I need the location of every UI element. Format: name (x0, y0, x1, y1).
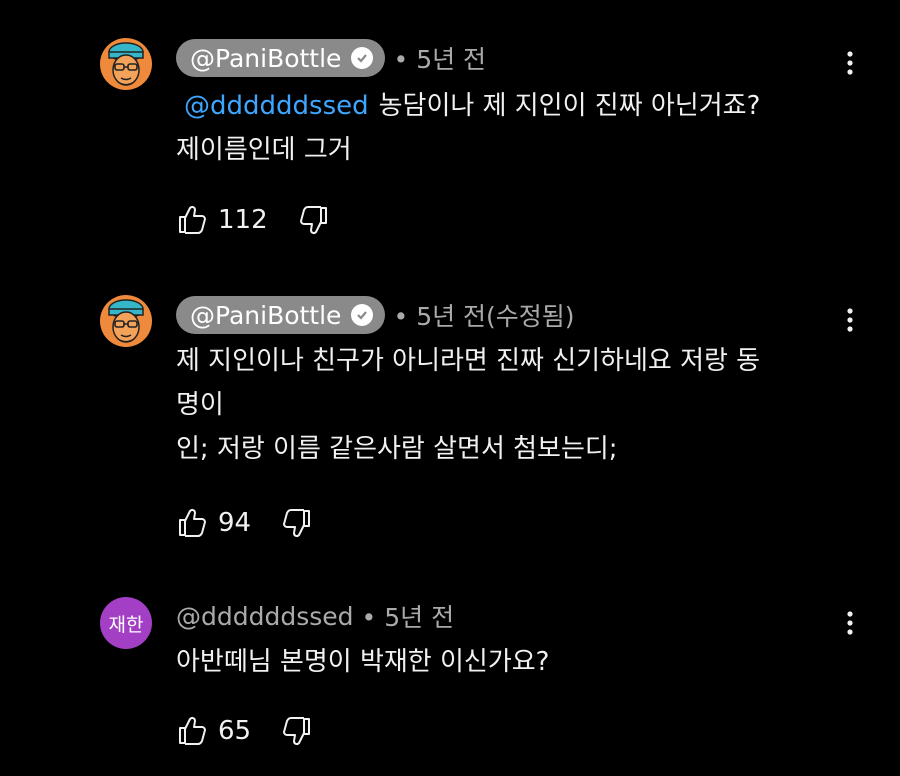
author-chip[interactable]: @PaniBottle (176, 39, 386, 77)
thumbs-down-icon[interactable] (281, 507, 313, 539)
more-vert-icon[interactable] (838, 303, 862, 337)
comment-actions: 112 (176, 202, 330, 238)
comment-header: @ddddddssed • 5년 전 (176, 597, 454, 635)
thumbs-down-icon[interactable] (298, 204, 330, 236)
thumbs-up-icon[interactable] (176, 204, 208, 236)
comment-text: 아반떼님 본명이 박재한 이신가요? (176, 647, 550, 677)
comment-time[interactable]: • 5년 전 (362, 598, 455, 634)
author-name[interactable]: @ddddddssed (176, 602, 354, 631)
avatar[interactable] (100, 295, 152, 347)
verified-check-icon (351, 304, 374, 326)
comment-text: @ddddddssed 농담이나 제 지인이 진짜 아닌거죠? 제이름인데 그거 (176, 91, 761, 165)
comment-actions: 94 (176, 505, 313, 541)
channel-avatar-icon (100, 295, 152, 347)
author-name: @PaniBottle (190, 43, 342, 73)
avatar[interactable]: 재한 (100, 597, 152, 649)
more-vert-icon[interactable] (838, 46, 862, 80)
author-chip[interactable]: @PaniBottle (176, 296, 386, 334)
thumbs-up-icon[interactable] (176, 715, 208, 747)
comment-text: 제 지인이나 친구가 아니라면 진짜 신기하네요 저랑 동 명이 인; 저랑 이… (176, 346, 761, 464)
comment-time[interactable]: • 5년 전(수정됨) (393, 297, 574, 333)
more-vert-icon[interactable] (838, 606, 862, 640)
avatar[interactable] (100, 38, 152, 90)
mention-link[interactable]: @ddddddssed (184, 91, 369, 121)
like-count: 65 (218, 716, 252, 746)
author-name: @PaniBottle (190, 300, 342, 330)
channel-avatar-icon (100, 38, 152, 90)
thumbs-down-icon[interactable] (281, 715, 313, 747)
comment-time[interactable]: • 5년 전 (393, 40, 486, 76)
avatar-initials: 재한 (108, 613, 144, 636)
like-count: 94 (218, 508, 252, 538)
comment-header: @PaniBottle • 5년 전 (176, 39, 486, 77)
like-count: 112 (218, 205, 268, 235)
thumbs-up-icon[interactable] (176, 507, 208, 539)
comment-header: @PaniBottle • 5년 전(수정됨) (176, 296, 575, 334)
verified-check-icon (351, 47, 374, 69)
comment-actions: 65 (176, 713, 313, 749)
